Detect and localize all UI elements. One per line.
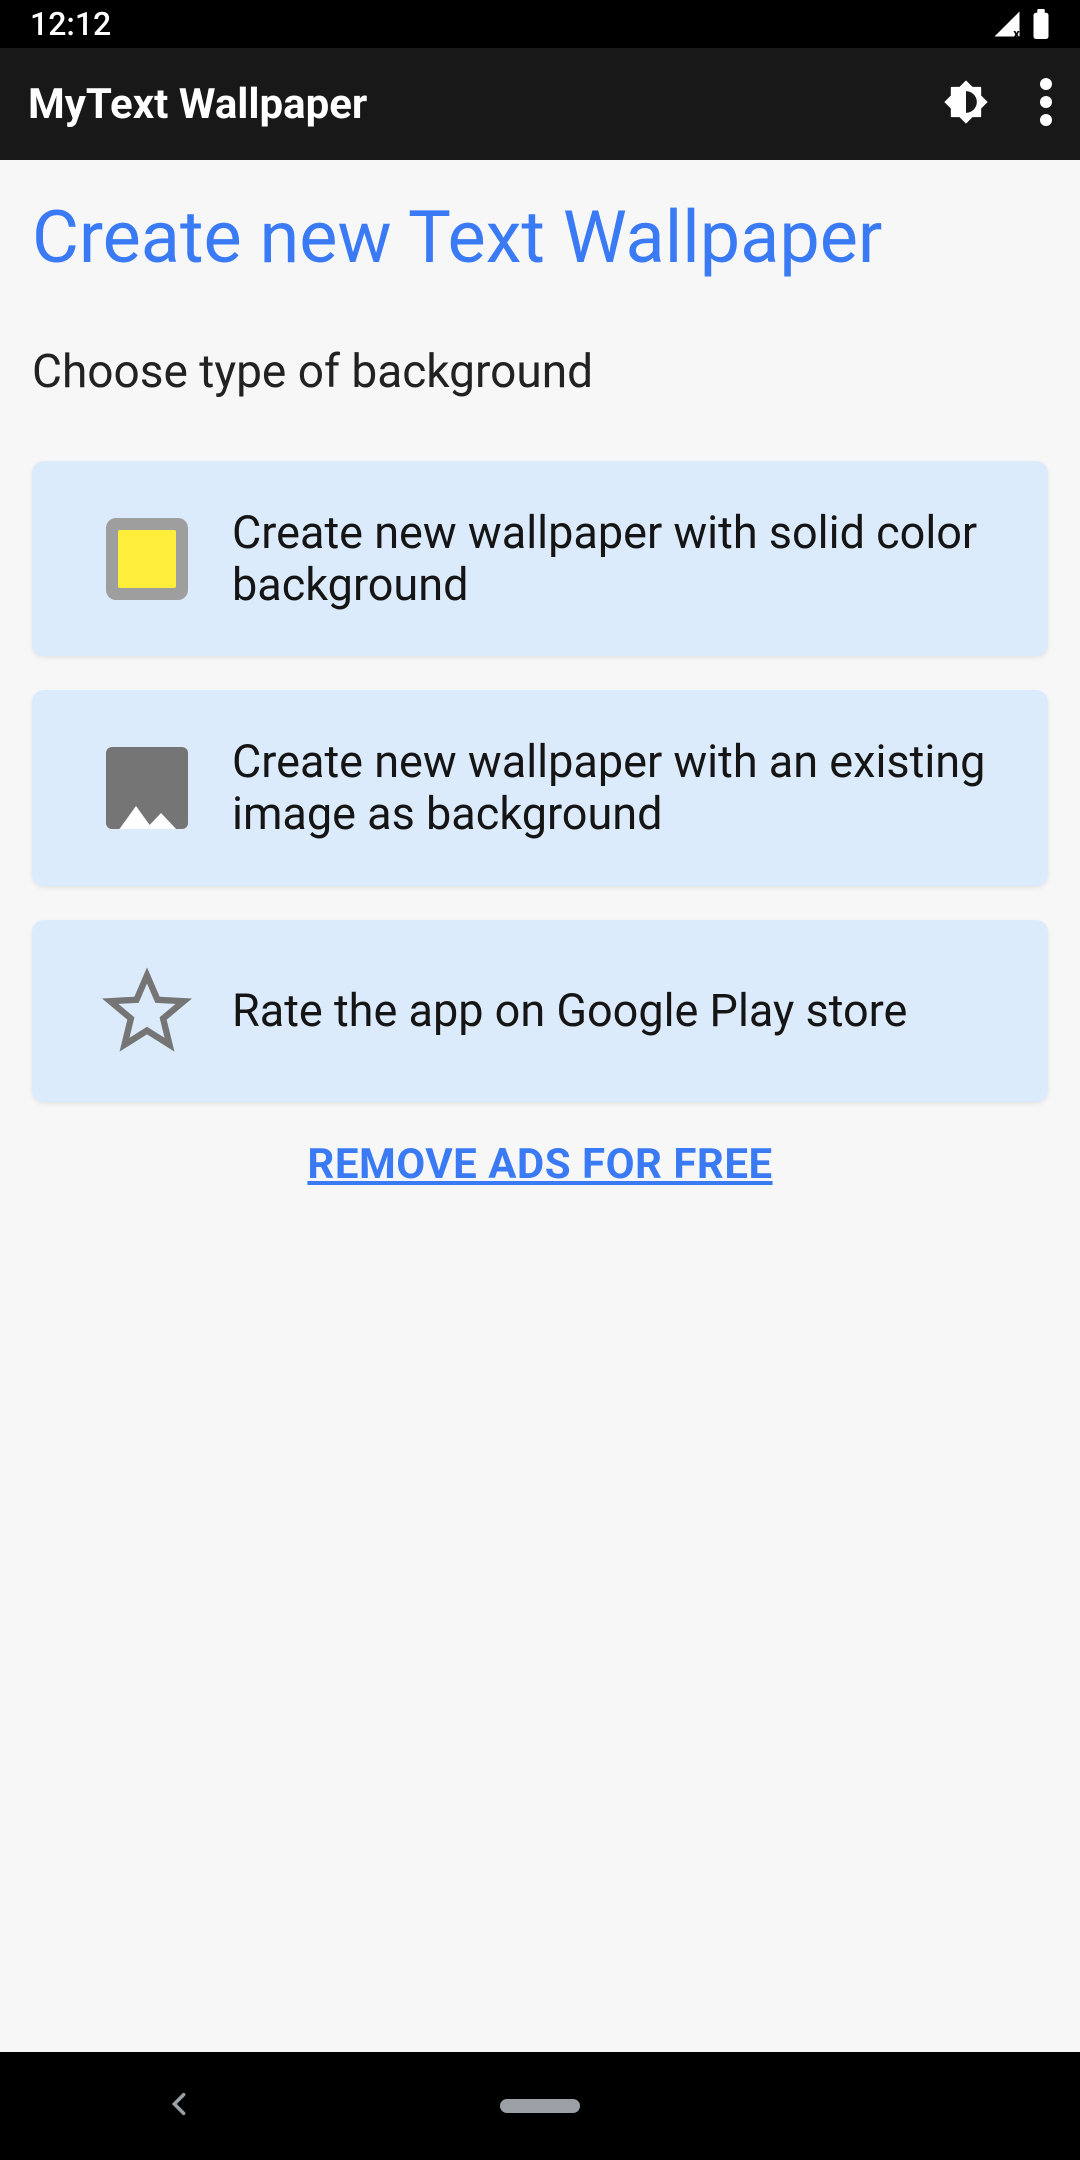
battery-icon: [1032, 9, 1050, 39]
card-solid-color-label: Create new wallpaper with solid color ba…: [232, 507, 1018, 611]
remove-ads-container: REMOVE ADS FOR FREE: [32, 1140, 1048, 1189]
card-image-background-label: Create new wallpaper with an existing im…: [232, 736, 1018, 840]
card-rate-app-label: Rate the app on Google Play store: [232, 985, 919, 1037]
navigation-bar: [0, 2052, 1080, 2160]
card-rate-app[interactable]: Rate the app on Google Play store: [32, 920, 1048, 1102]
status-time: 12:12: [30, 5, 111, 43]
status-icons: x: [992, 9, 1050, 39]
brightness-icon[interactable]: [940, 76, 992, 132]
home-pill[interactable]: [500, 2099, 580, 2113]
more-icon[interactable]: [1040, 78, 1052, 130]
star-icon: [62, 966, 232, 1056]
remove-ads-link[interactable]: REMOVE ADS FOR FREE: [307, 1140, 772, 1189]
back-icon[interactable]: [165, 2090, 193, 2122]
solid-color-icon: [62, 518, 232, 600]
card-solid-color[interactable]: Create new wallpaper with solid color ba…: [32, 461, 1048, 657]
app-bar: MyText Wallpaper: [0, 48, 1080, 160]
card-image-background[interactable]: Create new wallpaper with an existing im…: [32, 690, 1048, 886]
page-subtitle: Choose type of background: [32, 345, 1048, 399]
status-bar: 12:12 x: [0, 0, 1080, 48]
image-icon: [62, 747, 232, 829]
app-bar-actions: [940, 76, 1052, 132]
page-heading: Create new Text Wallpaper: [32, 196, 1048, 281]
app-title: MyText Wallpaper: [28, 80, 367, 129]
main-content: Create new Text Wallpaper Choose type of…: [0, 160, 1080, 1189]
signal-icon: x: [992, 9, 1022, 39]
svg-text:x: x: [1013, 27, 1020, 39]
